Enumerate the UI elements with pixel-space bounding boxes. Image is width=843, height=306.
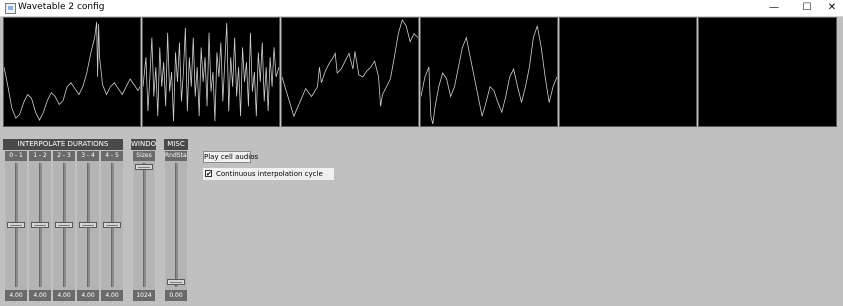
misc-header: MISC (164, 139, 188, 150)
slider-label: 1 - 2 (29, 151, 51, 161)
waveform-plot-4 (421, 25, 557, 125)
slider-label: RndStart (165, 151, 187, 161)
interpolate-durations-header: INTERPOLATE DURATIONS (3, 139, 123, 150)
slider-label: 3 - 4 (77, 151, 99, 161)
waveform-cell-3[interactable] (281, 17, 419, 127)
slider-label: Sizes (133, 151, 155, 161)
window-size-slider[interactable]: Sizes 1024 (133, 151, 155, 301)
slider-label: 0 - 1 (5, 151, 27, 161)
slider-value: 4.00 (77, 290, 99, 301)
slider-knob[interactable] (167, 279, 185, 285)
duration-slider-3-4[interactable]: 3 - 4 4.00 (77, 151, 99, 301)
slider-value: 4.00 (101, 290, 123, 301)
waveform-cell-1[interactable] (3, 17, 141, 127)
slider-track (143, 163, 146, 287)
close-button[interactable]: ✕ (818, 0, 843, 16)
continuous-interpolation-row[interactable]: ✔ Continuous interpolation cycle (203, 168, 334, 180)
waveform-cell-5[interactable] (559, 17, 697, 127)
slider-knob[interactable] (103, 221, 121, 228)
waveform-cell-2[interactable] (142, 17, 280, 127)
duration-slider-0-1[interactable]: 0 - 1 4.00 (5, 151, 27, 301)
waveform-plot-1 (4, 21, 140, 121)
waveform-plot-3 (282, 19, 418, 118)
slider-value: 4.00 (29, 290, 51, 301)
minimize-button[interactable]: — (760, 0, 788, 16)
continuous-interpolation-label: Continuous interpolation cycle (216, 170, 323, 178)
waveform-plot-2 (143, 22, 279, 122)
waveform-cell-6[interactable] (698, 17, 837, 127)
slider-track (175, 163, 178, 287)
slider-value: 4.00 (53, 290, 75, 301)
slider-label: 4 - 5 (101, 151, 123, 161)
duration-slider-4-5[interactable]: 4 - 5 4.00 (101, 151, 123, 301)
slider-value: 0.00 (165, 290, 187, 301)
slider-label: 2 - 3 (53, 151, 75, 161)
slider-value: 1024 (133, 290, 155, 301)
maximize-button[interactable]: ☐ (793, 0, 821, 16)
window-header: WINDOW (131, 139, 156, 150)
continuous-interpolation-checkbox[interactable]: ✔ (205, 170, 212, 178)
play-cell-audios-button[interactable]: Play cell audios (203, 151, 258, 163)
slider-value: 4.00 (5, 290, 27, 301)
duration-slider-1-2[interactable]: 1 - 2 4.00 (29, 151, 51, 301)
slider-knob[interactable] (135, 164, 153, 170)
slider-knob[interactable] (31, 221, 49, 228)
title-bar: Wavetable 2 config — ☐ ✕ (0, 0, 843, 17)
slider-knob[interactable] (79, 221, 97, 228)
slider-knob[interactable] (7, 221, 25, 228)
waveform-cell-4[interactable] (420, 17, 558, 127)
app-window-icon (5, 3, 16, 14)
slider-knob[interactable] (55, 221, 73, 228)
window-title: Wavetable 2 config (18, 2, 105, 12)
rnd-start-slider[interactable]: RndStart 0.00 (165, 151, 187, 301)
duration-slider-2-3[interactable]: 2 - 3 4.00 (53, 151, 75, 301)
